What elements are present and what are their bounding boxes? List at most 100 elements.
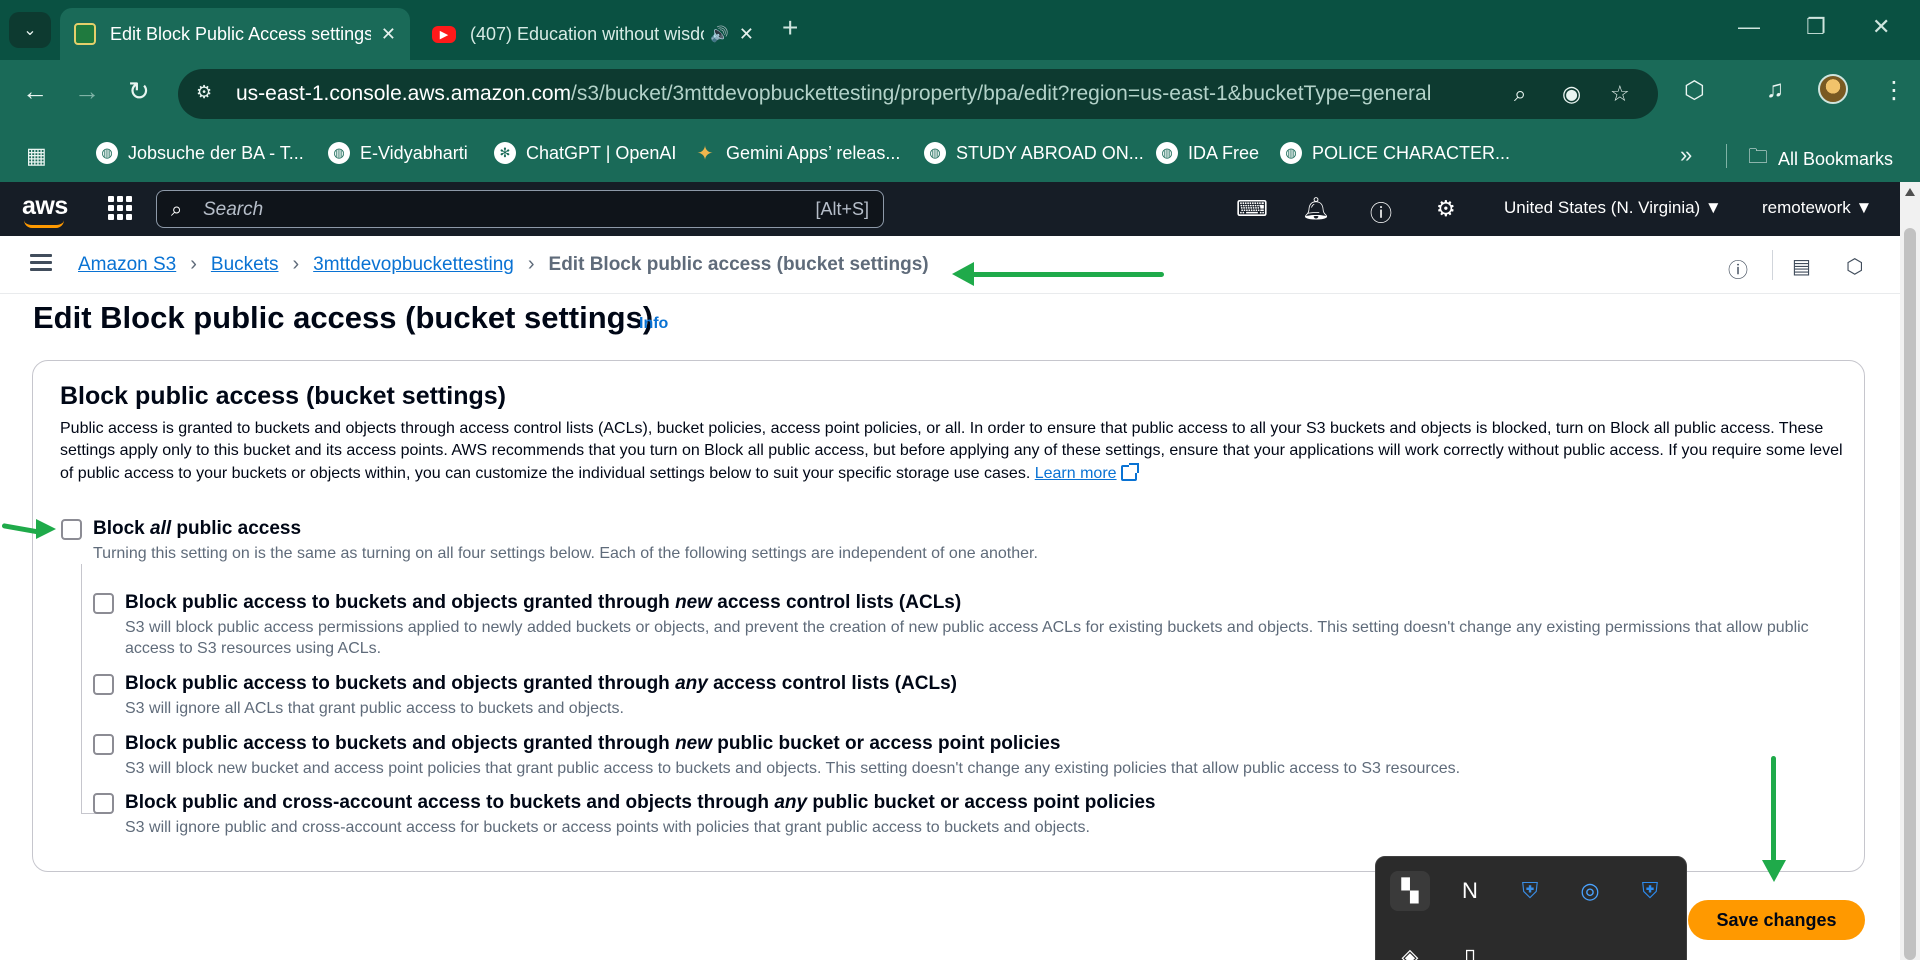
bookmarks-divider — [1726, 144, 1727, 168]
breadcrumb-bucket[interactable]: 3mttdevopbuckettesting — [313, 254, 514, 276]
aws-logo[interactable]: aws — [22, 192, 68, 228]
save-changes-button[interactable]: Save changes — [1688, 900, 1865, 940]
block-new-acls-label[interactable]: Block public access to buckets and objec… — [125, 592, 961, 614]
scroll-up-icon[interactable] — [1905, 188, 1915, 196]
notes-icon[interactable]: ▤ — [1792, 254, 1811, 279]
zoom-icon[interactable]: ⌕ — [1514, 81, 1526, 107]
globe-icon: ◍ — [924, 142, 946, 164]
search-input[interactable] — [203, 197, 763, 223]
bookmark-gemini[interactable]: ✦ Gemini Apps’ releas... — [694, 142, 901, 165]
block-any-acls-description: S3 will ignore all ACLs that grant publi… — [125, 700, 624, 717]
bookmark-jobsuche[interactable]: ◍ Jobsuche der BA - T... — [96, 142, 304, 164]
apps-grid-icon[interactable]: ▦ — [26, 143, 47, 169]
back-icon[interactable]: ← — [22, 78, 48, 104]
bookmark-police-character[interactable]: ◍ POLICE CHARACTER... — [1280, 142, 1510, 164]
close-window-icon[interactable]: ✕ — [1872, 14, 1890, 40]
panel-description: Public access is granted to buckets and … — [60, 418, 1850, 485]
breadcrumb-buckets[interactable]: Buckets — [211, 254, 279, 276]
media-control-icon[interactable]: ♫ — [1766, 76, 1784, 104]
tab-title: Edit Block Public Access settings — [110, 23, 371, 44]
tab-youtube[interactable]: ▶ (407) Education without wisdom 🔊 ✕ — [418, 8, 768, 60]
chevron-right-icon: › — [527, 253, 535, 275]
block-all-checkbox[interactable] — [61, 519, 82, 540]
eye-off-icon[interactable]: ◉ — [1562, 81, 1581, 107]
tab-strip: ⌄ Edit Block Public Access settings ✕ ▶ … — [0, 0, 1920, 60]
page-scrollbar[interactable] — [1900, 182, 1920, 960]
breadcrumb-bar: Amazon S3 › Buckets › 3mttdevopbuckettes… — [0, 236, 1900, 294]
defender-shield-icon[interactable]: ⛨ — [1510, 871, 1550, 911]
app-tray-icon[interactable]: ▚ — [1390, 871, 1430, 911]
block-all-label[interactable]: Block all public access — [93, 518, 301, 540]
youtube-icon: ▶ — [432, 25, 456, 43]
help-icon[interactable]: ⓘ — [1370, 196, 1392, 228]
annotation-arrowhead — [952, 262, 974, 286]
profile-avatar[interactable] — [1818, 74, 1848, 104]
usb-icon[interactable]: ▯ — [1450, 937, 1490, 960]
bookmark-chatgpt[interactable]: ✻ ChatGPT | OpenAI — [494, 142, 676, 164]
minimize-icon[interactable]: — — [1738, 14, 1760, 40]
bookmark-label: POLICE CHARACTER... — [1312, 142, 1511, 163]
globe-icon: ◍ — [1156, 142, 1178, 164]
speaker-icon[interactable]: 🔊 — [710, 25, 729, 43]
new-tab-button[interactable]: + — [782, 14, 798, 42]
learn-more-link[interactable]: Learn more — [1035, 465, 1117, 482]
block-any-acls-label[interactable]: Block public access to buckets and objec… — [125, 673, 957, 695]
block-cross-account-label[interactable]: Block public and cross-account access to… — [125, 792, 1156, 814]
reload-icon[interactable]: ↻ — [128, 78, 150, 104]
block-new-policies-checkbox[interactable] — [93, 734, 114, 755]
cloudshell-icon[interactable]: ⌨ — [1236, 196, 1268, 222]
close-tab-icon[interactable]: ✕ — [381, 24, 396, 45]
restore-icon[interactable]: ❐ — [1806, 14, 1826, 40]
forward-icon[interactable]: → — [74, 78, 100, 104]
breadcrumb-amazon-s3[interactable]: Amazon S3 — [78, 254, 176, 276]
network-icon[interactable]: ◈ — [1390, 937, 1430, 960]
info-icon[interactable]: ⓘ — [1728, 254, 1748, 283]
search-icon: ⌕ — [171, 199, 183, 221]
bookmark-evidyabharti[interactable]: ◍ E-Vidyabharti — [328, 142, 468, 164]
annotation-arrow-save — [1771, 756, 1776, 862]
menu-kebab-icon[interactable]: ⋮ — [1882, 76, 1906, 105]
tab-search-icon[interactable]: ⌄ — [9, 12, 51, 48]
annotation-arrowhead — [36, 519, 56, 539]
tool-icon[interactable]: ◎ — [1570, 871, 1610, 911]
gear-icon[interactable]: ⚙ — [1436, 196, 1456, 222]
gemini-icon: ✦ — [696, 142, 714, 165]
tree-line — [81, 564, 82, 814]
all-bookmarks-button[interactable]: 🗀 All Bookmarks — [1748, 142, 1893, 176]
bell-icon[interactable]: 🔔︎ — [1302, 196, 1330, 222]
block-any-acls-checkbox[interactable] — [93, 674, 114, 695]
info-link[interactable]: Info — [639, 315, 668, 333]
bookmark-ida-free[interactable]: ◍ IDA Free — [1156, 142, 1259, 164]
aws-search-box[interactable]: ⌕ [Alt+S] — [156, 190, 884, 228]
more-bookmarks-icon[interactable]: » — [1680, 142, 1692, 168]
close-tab-icon[interactable]: ✕ — [739, 24, 754, 45]
notion-icon[interactable]: Ν — [1450, 871, 1490, 911]
tab-title: (407) Education without wisdom — [470, 23, 705, 44]
bookmark-label: Gemini Apps’ releas... — [726, 142, 901, 163]
chevron-right-icon: › — [190, 253, 197, 275]
block-new-acls-checkbox[interactable] — [93, 593, 114, 614]
url-host: us-east-1.console.aws.amazon.com — [236, 82, 571, 105]
label-part: Block public access to buckets and objec… — [125, 592, 676, 613]
block-cross-account-checkbox[interactable] — [93, 793, 114, 814]
bookmark-label: E-Vidyabharti — [360, 142, 468, 163]
star-icon[interactable]: ☆ — [1610, 81, 1630, 107]
globe-icon: ◍ — [1280, 142, 1302, 164]
extensions-icon[interactable]: ⬡ — [1684, 76, 1705, 105]
block-new-policies-label[interactable]: Block public access to buckets and objec… — [125, 733, 1060, 755]
account-menu[interactable]: remotework ▼ — [1762, 198, 1872, 218]
region-selector[interactable]: United States (N. Virginia) ▼ — [1504, 198, 1722, 218]
scrollbar-thumb[interactable] — [1904, 228, 1916, 960]
settings-hex-icon[interactable]: ⬡ — [1846, 254, 1863, 279]
label-emphasis: new — [675, 733, 713, 754]
address-bar[interactable]: ⚙ us-east-1.console.aws.amazon.com/s3/bu… — [178, 69, 1658, 119]
site-info-icon[interactable]: ⚙ — [196, 82, 220, 106]
bookmark-study-abroad[interactable]: ◍ STUDY ABROAD ON... — [924, 142, 1144, 164]
aws-logo-text: aws — [22, 192, 68, 220]
services-grid-icon[interactable] — [108, 196, 132, 220]
hamburger-menu-icon[interactable] — [30, 254, 52, 271]
security-shield-icon[interactable]: ⛨ — [1630, 871, 1670, 911]
tab-edit-bpa[interactable]: Edit Block Public Access settings ✕ — [60, 8, 410, 60]
label-emphasis: new — [675, 592, 713, 613]
url-text[interactable]: us-east-1.console.aws.amazon.com/s3/buck… — [236, 82, 1431, 106]
